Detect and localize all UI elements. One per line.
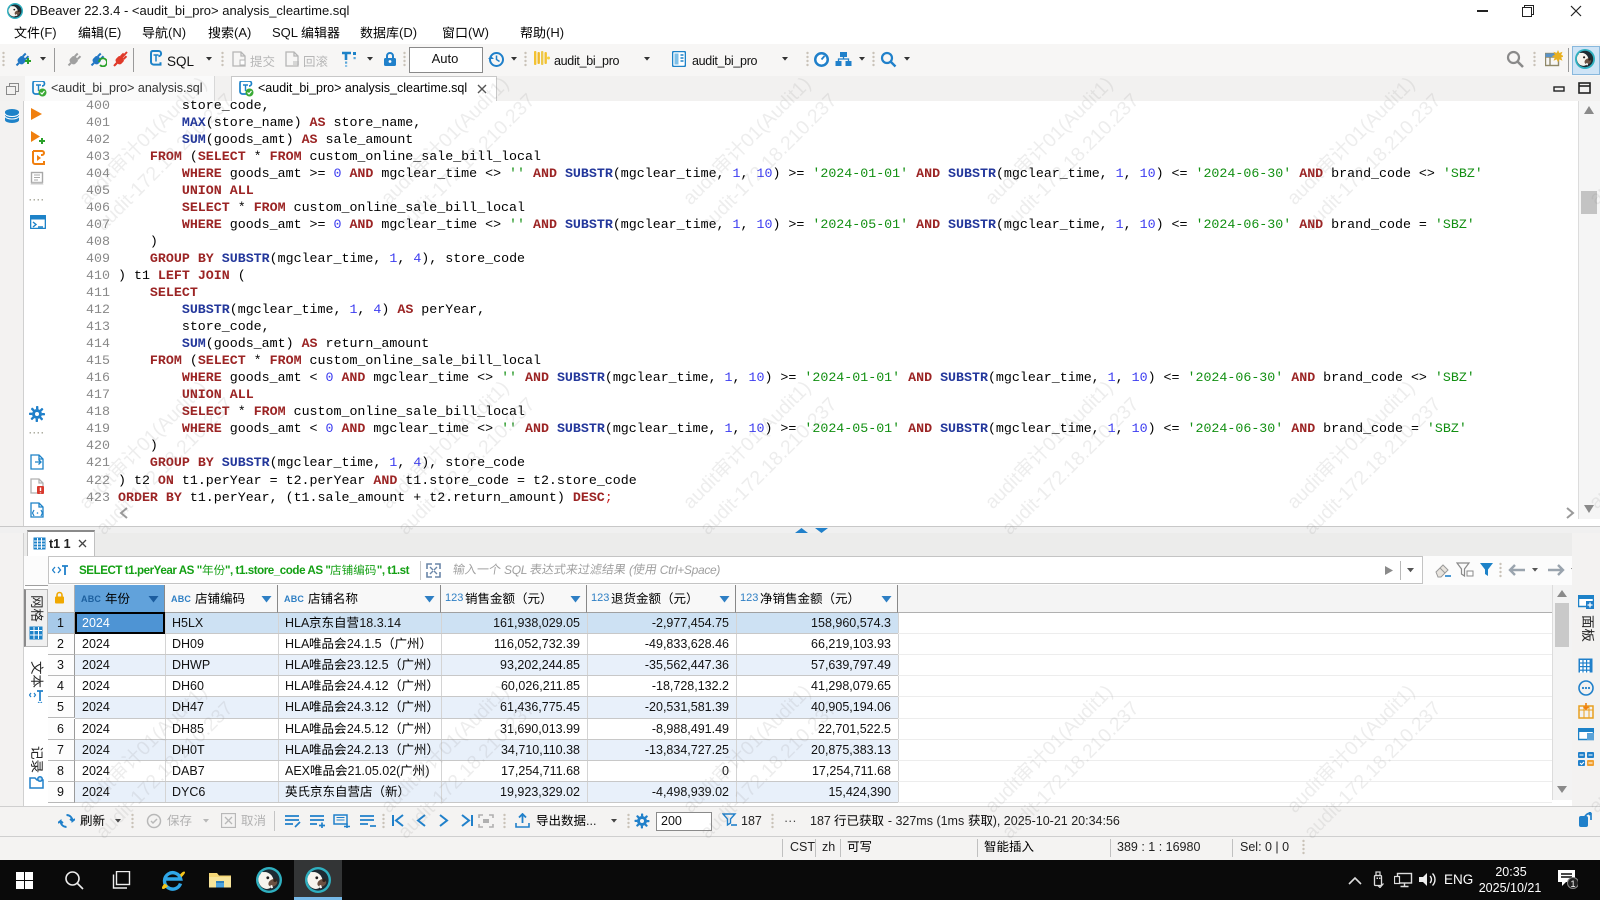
- svg-text:1: 1: [1570, 879, 1575, 889]
